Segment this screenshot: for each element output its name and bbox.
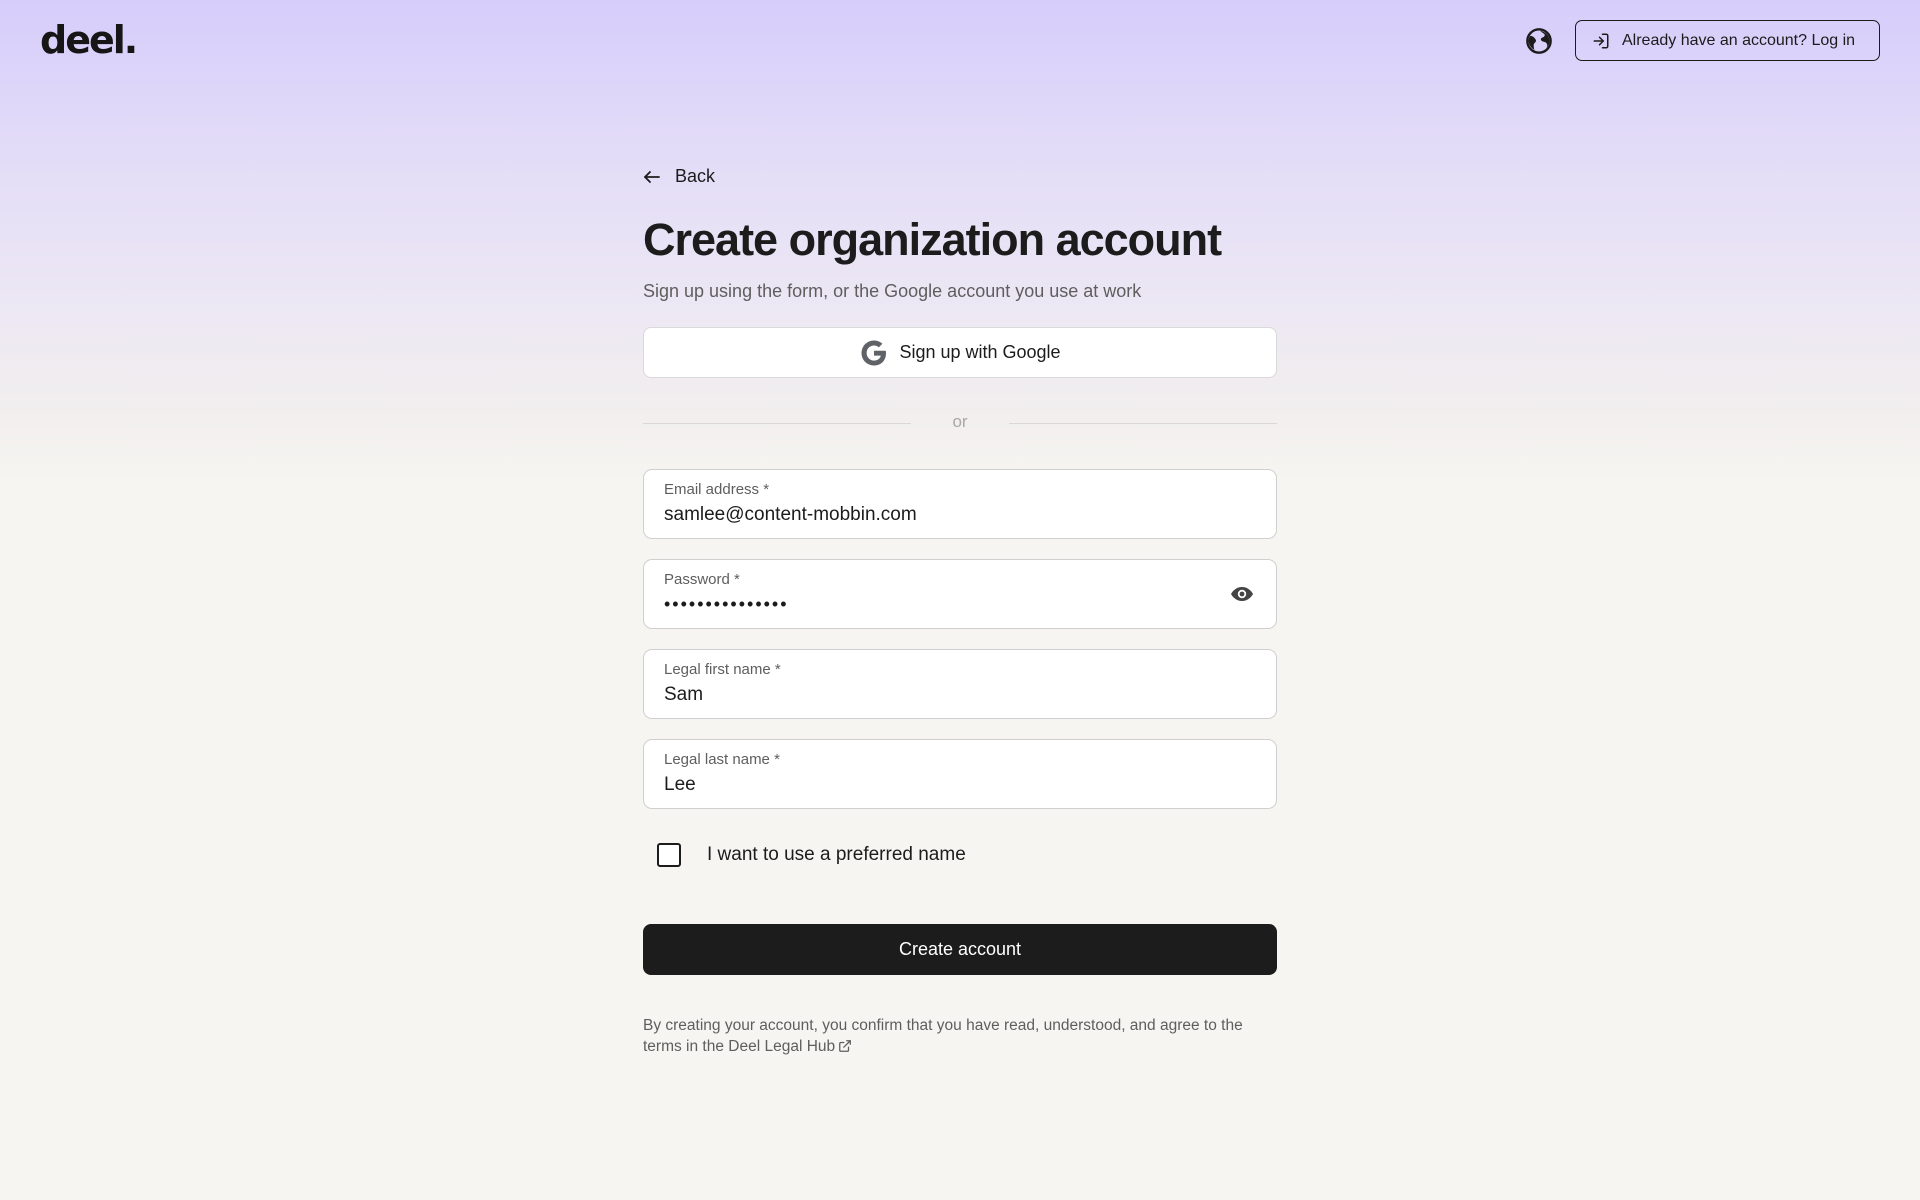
eye-icon[interactable] — [1230, 584, 1254, 604]
login-icon — [1593, 33, 1609, 48]
deel-logo[interactable]: deel. — [40, 18, 138, 62]
divider-line-right — [1009, 423, 1277, 424]
google-signup-button[interactable]: Sign up with Google — [643, 327, 1277, 378]
preferred-name-label: I want to use a preferred name — [707, 844, 966, 865]
google-icon — [861, 340, 887, 365]
preferred-name-option[interactable]: I want to use a preferred name — [657, 843, 966, 867]
password-field[interactable]: Password * ••••••••••••••• — [643, 559, 1277, 629]
email-label: Email address * — [664, 481, 770, 498]
legal-hub-link-label: Deel Legal Hub — [728, 1038, 836, 1055]
or-divider: or — [643, 412, 1277, 434]
divider-text: or — [952, 412, 968, 431]
create-account-button[interactable]: Create account — [643, 924, 1277, 975]
arrow-left-icon — [644, 170, 660, 183]
login-label: Already have an account? Log in — [1622, 31, 1856, 49]
password-label: Password * — [664, 571, 740, 588]
external-link-icon — [839, 1040, 852, 1052]
first-name-label: Legal first name * — [664, 661, 781, 678]
page-title: Create organization account — [643, 214, 1222, 265]
legal-hub-link[interactable]: Deel Legal Hub — [728, 1038, 852, 1055]
back-label: Back — [675, 166, 716, 186]
legal-notice: By creating your account, you confirm th… — [643, 1015, 1277, 1057]
globe-icon — [1526, 28, 1552, 54]
language-selector[interactable] — [1524, 26, 1554, 56]
last-name-label: Legal last name * — [664, 751, 780, 768]
email-field[interactable]: Email address * samlee@content-mobbin.co… — [643, 469, 1277, 539]
last-name-input[interactable]: Lee — [664, 774, 1256, 796]
email-input[interactable]: samlee@content-mobbin.com — [664, 504, 1256, 526]
password-input[interactable]: ••••••••••••••• — [664, 594, 1256, 615]
page-subtitle: Sign up using the form, or the Google ac… — [643, 281, 1142, 301]
preferred-name-checkbox[interactable] — [657, 843, 681, 867]
google-signup-label: Sign up with Google — [899, 342, 1061, 362]
login-button[interactable]: Already have an account? Log in — [1575, 20, 1880, 61]
first-name-field[interactable]: Legal first name * Sam — [643, 649, 1277, 719]
last-name-field[interactable]: Legal last name * Lee — [643, 739, 1277, 809]
back-button[interactable]: Back — [643, 166, 715, 187]
first-name-input[interactable]: Sam — [664, 684, 1256, 706]
